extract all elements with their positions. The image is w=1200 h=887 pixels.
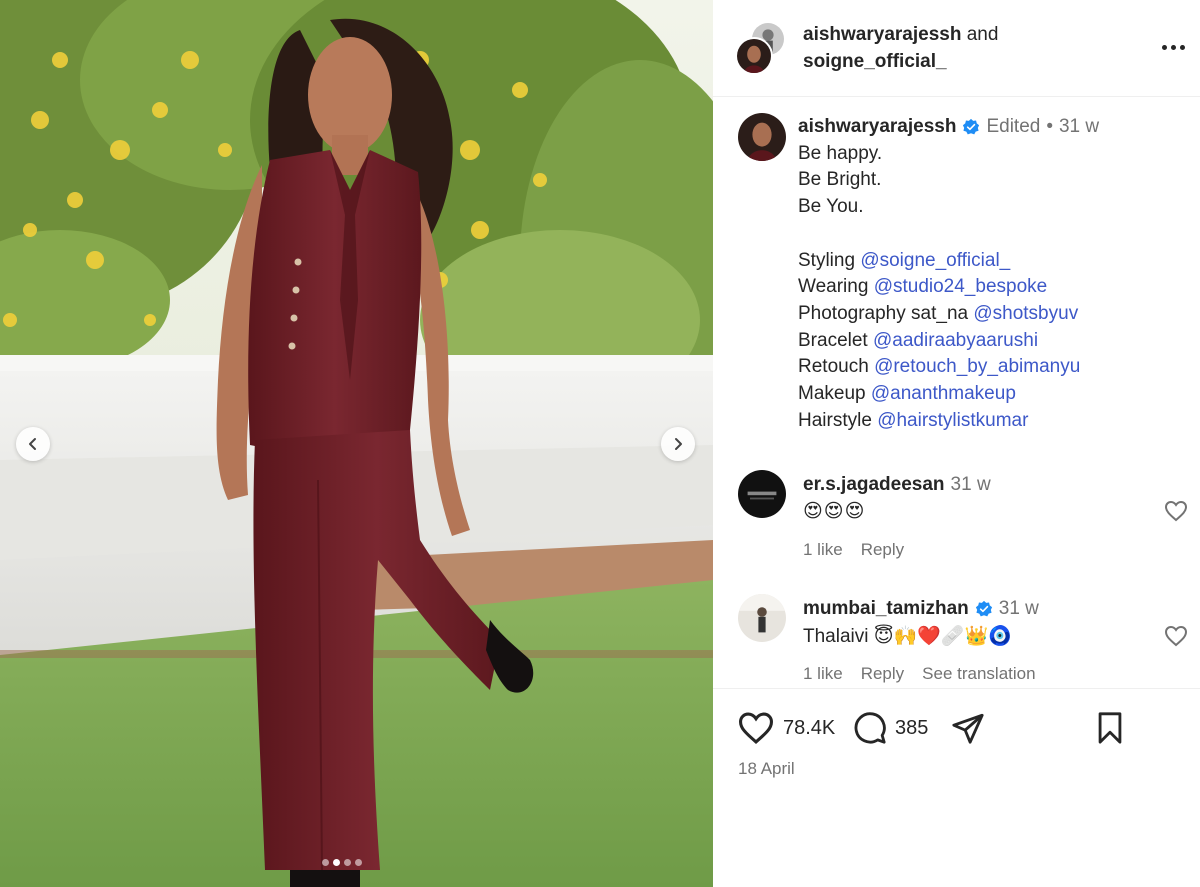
comment-meta: 1 like Reply: [803, 540, 904, 560]
like-button[interactable]: 78.4K: [737, 711, 835, 745]
post-header: aishwaryarajessh and soigne_official_: [713, 0, 1200, 97]
avatar-aishwaryarajessh[interactable]: [735, 37, 773, 75]
see-translation-button[interactable]: See translation: [922, 664, 1035, 684]
comment-text: Thalaivi 😇🙌❤️🩹👑🧿: [803, 626, 1012, 647]
carousel-dot: [322, 859, 329, 866]
chevron-left-icon: [29, 438, 36, 450]
credit-wearing: Wearing @studio24_bespoke: [798, 274, 1188, 301]
comment-timestamp[interactable]: 31 w: [999, 598, 1039, 620]
carousel-dot: [344, 859, 351, 866]
caption-username[interactable]: aishwaryarajessh: [798, 114, 956, 141]
comment-count[interactable]: 385: [895, 717, 928, 740]
comment-header: er.s.jagadeesan 31 w: [803, 474, 991, 496]
credit-label: Styling: [798, 249, 856, 271]
verified-badge-icon: [975, 600, 992, 617]
post-actions: 78.4K 385 18 April: [713, 688, 1200, 887]
caption-header: aishwaryarajessh Edited • 31 w: [798, 114, 1188, 141]
collab-avatars[interactable]: [735, 21, 787, 75]
credit-makeup: Makeup @ananthmakeup: [798, 381, 1188, 408]
comment-avatar[interactable]: [738, 594, 786, 642]
credit-styling: Styling @soigne_official_: [798, 248, 1188, 275]
caption-line: Be You.: [798, 196, 864, 218]
more-options-icon: [1161, 44, 1185, 50]
comment-username[interactable]: er.s.jagadeesan: [803, 474, 945, 496]
post-media[interactable]: [0, 0, 713, 887]
comment-reply-button[interactable]: Reply: [861, 540, 904, 560]
post-authors: aishwaryarajessh and soigne_official_: [803, 21, 998, 75]
comment-icon: [854, 712, 886, 744]
previous-slide-button[interactable]: [16, 427, 50, 461]
post-photo: [0, 0, 713, 887]
like-count[interactable]: 78.4K: [783, 717, 835, 740]
credit-label: Bracelet: [798, 329, 868, 351]
carousel-indicator: [322, 859, 362, 866]
credit-handle[interactable]: @ananthmakeup: [871, 383, 1016, 404]
comment-like-count[interactable]: 1 like: [803, 540, 843, 560]
comment-timestamp[interactable]: 31 w: [951, 474, 991, 496]
carousel-dot-active: [333, 859, 340, 866]
carousel-dot: [355, 859, 362, 866]
caption-timestamp[interactable]: 31 w: [1059, 114, 1099, 141]
comment-like-heart-icon[interactable]: [1164, 500, 1188, 522]
author-username[interactable]: aishwaryarajessh: [803, 24, 961, 45]
credit-photography: Photography sat_na @shotsbyuv: [798, 301, 1188, 328]
credit-handle[interactable]: @shotsbyuv: [973, 303, 1078, 324]
caption-line: Be happy.: [798, 142, 883, 164]
post-date[interactable]: 18 April: [738, 759, 795, 779]
comment-avatar[interactable]: [738, 470, 786, 518]
caption-body: aishwaryarajessh Edited • 31 w Be happy.…: [798, 114, 1188, 434]
comment-button[interactable]: 385: [853, 711, 928, 745]
credit-retouch: Retouch @retouch_by_abimanyu: [798, 354, 1188, 381]
credit-handle[interactable]: @studio24_bespoke: [874, 276, 1048, 297]
caption-separator: •: [1046, 116, 1053, 137]
credit-handle[interactable]: @retouch_by_abimanyu: [874, 356, 1080, 377]
caption-avatar[interactable]: [738, 113, 786, 161]
credit-handle[interactable]: @soigne_official_: [860, 250, 1010, 271]
next-slide-button[interactable]: [661, 427, 695, 461]
comment-like-heart-icon[interactable]: [1164, 625, 1188, 647]
credit-label: Makeup: [798, 383, 866, 405]
credit-label: Wearing: [798, 276, 869, 298]
save-button[interactable]: [1095, 711, 1125, 745]
caption-line: Be Bright.: [798, 169, 882, 191]
comment-like-count[interactable]: 1 like: [803, 664, 843, 684]
bookmark-icon: [1098, 712, 1122, 744]
chevron-right-icon: [675, 438, 682, 450]
credit-label: Photography sat_na: [798, 302, 969, 324]
coauthor-username[interactable]: soigne_official_: [803, 48, 998, 75]
credit-label: Retouch: [798, 356, 869, 378]
credit-label: Hairstyle: [798, 409, 872, 431]
more-options-button[interactable]: [1158, 35, 1188, 59]
coauthor-conjunction: and: [966, 24, 999, 45]
comment-username[interactable]: mumbai_tamizhan: [803, 598, 969, 620]
credit-bracelet: Bracelet @aadiraabyaarushi: [798, 328, 1188, 355]
credit-handle[interactable]: @aadiraabyaarushi: [873, 330, 1038, 351]
post-sidebar: aishwaryarajessh and soigne_official_ ai…: [713, 0, 1200, 887]
comment-text: 😍😍😍: [803, 501, 866, 522]
comment-reply-button[interactable]: Reply: [861, 664, 904, 684]
credit-handle[interactable]: @hairstylistkumar: [877, 410, 1028, 431]
verified-badge-icon: [963, 119, 980, 135]
comment-meta: 1 like Reply See translation: [803, 664, 1036, 684]
credit-hairstyle: Hairstyle @hairstylistkumar: [798, 408, 1188, 435]
share-button[interactable]: [950, 711, 986, 745]
comment-header: mumbai_tamizhan 31 w: [803, 598, 1039, 620]
caption-edited-label: Edited: [986, 116, 1041, 137]
share-icon: [952, 713, 984, 744]
heart-icon: [738, 712, 774, 744]
